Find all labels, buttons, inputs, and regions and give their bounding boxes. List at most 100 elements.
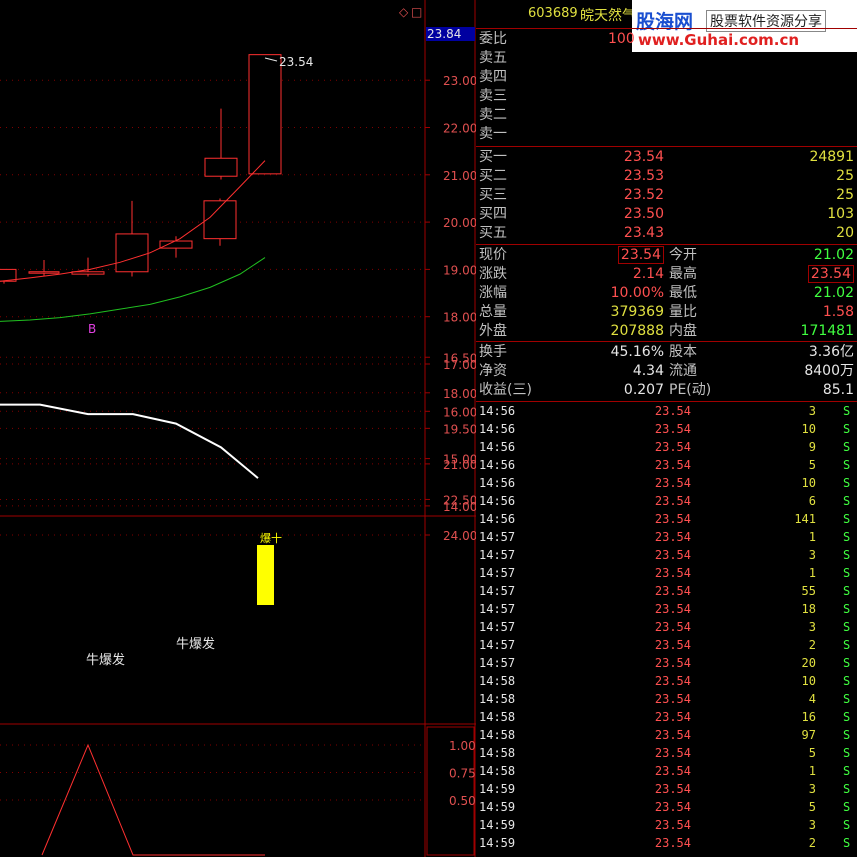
bid-volume: 25 xyxy=(836,168,854,184)
candle-body xyxy=(71,271,105,275)
ask-row: 卖四 xyxy=(476,68,857,87)
tick-time: 14:59 xyxy=(479,800,516,814)
tick-volume: 2 xyxy=(808,836,816,850)
tick-side: S xyxy=(843,548,851,562)
fund-row: 净资 4.34 流通 8400万 xyxy=(476,362,857,381)
tick-time: 14:56 xyxy=(479,494,516,508)
signal-label-1: 牛爆发 xyxy=(86,652,125,668)
bid-price: 23.43 xyxy=(623,225,664,241)
fund-value-2: 8400万 xyxy=(804,363,854,379)
tick-volume: 20 xyxy=(801,656,816,670)
section-separator xyxy=(476,146,857,147)
bid-price: 23.53 xyxy=(623,168,664,184)
tick-price: 23.54 xyxy=(654,710,691,724)
stat-label: 现价 xyxy=(479,247,507,263)
tick-volume: 9 xyxy=(808,440,816,454)
stat-value: 379369 xyxy=(610,304,664,320)
tick-price: 23.54 xyxy=(654,656,691,670)
tick-volume: 55 xyxy=(801,584,816,598)
tick-row: 14:57 23.54 3 S xyxy=(476,546,857,564)
tick-volume: 1 xyxy=(808,530,816,544)
tick-price: 23.54 xyxy=(654,782,691,796)
tick-side: S xyxy=(843,566,851,580)
weibi-row: 委比 100 xyxy=(476,30,857,49)
tick-price: 23.54 xyxy=(654,404,691,418)
bid-label: 买二 xyxy=(479,168,507,184)
tick-price: 23.54 xyxy=(654,674,691,688)
weibi-value: 100 xyxy=(608,31,635,47)
stat-value-2: 21.02 xyxy=(813,285,854,301)
y-tick-label: 0.75 xyxy=(449,767,476,781)
stat-label-2: 量比 xyxy=(669,304,697,320)
tick-price: 23.54 xyxy=(654,764,691,778)
maximize-icon: □ xyxy=(411,5,422,19)
fund-row: 换手 45.16% 股本 3.36亿 xyxy=(476,343,857,362)
tick-time: 14:58 xyxy=(479,710,516,724)
y-tick-label: 22.00 xyxy=(443,122,476,136)
section-separator xyxy=(476,401,857,402)
tick-time: 14:56 xyxy=(479,458,516,472)
section-separator xyxy=(476,341,857,342)
bid-row: 买五 23.43 20 xyxy=(476,224,857,243)
lower-line xyxy=(41,743,265,856)
y-tick-label: 0.50 xyxy=(449,794,476,808)
tick-volume: 3 xyxy=(808,620,816,634)
tick-volume: 2 xyxy=(808,638,816,652)
tick-time: 14:57 xyxy=(479,602,516,616)
ask-row: 卖二 xyxy=(476,106,857,125)
tick-time: 14:58 xyxy=(479,728,516,742)
tick-price: 23.54 xyxy=(654,746,691,760)
bid-price: 23.54 xyxy=(623,149,664,165)
tick-row: 14:57 23.54 1 S xyxy=(476,564,857,582)
tick-side: S xyxy=(843,494,851,508)
tick-side: S xyxy=(843,818,851,832)
tick-volume: 5 xyxy=(808,800,816,814)
stat-label: 总量 xyxy=(479,304,507,320)
tick-side: S xyxy=(843,710,851,724)
signal-bar-label: 爆十 xyxy=(260,531,282,545)
tick-side: S xyxy=(843,404,851,418)
tick-time: 14:56 xyxy=(479,440,516,454)
tick-side: S xyxy=(843,512,851,526)
tick-volume: 3 xyxy=(808,548,816,562)
tick-row: 14:56 23.54 3 S xyxy=(476,402,857,420)
candle-body xyxy=(28,271,60,274)
tick-side: S xyxy=(843,674,851,688)
tick-side: S xyxy=(843,836,851,850)
tick-price: 23.54 xyxy=(654,548,691,562)
tick-side: S xyxy=(843,728,851,742)
tick-row: 14:56 23.54 9 S xyxy=(476,438,857,456)
weibi-label: 委比 xyxy=(479,31,507,47)
tick-volume: 5 xyxy=(808,458,816,472)
tick-row: 14:56 23.54 6 S xyxy=(476,492,857,510)
tick-row: 14:59 23.54 5 S xyxy=(476,798,857,816)
tick-row: 14:57 23.54 20 S xyxy=(476,654,857,672)
bid-row: 买三 23.52 25 xyxy=(476,186,857,205)
tick-row: 14:57 23.54 18 S xyxy=(476,600,857,618)
bid-row: 买四 23.50 103 xyxy=(476,205,857,224)
stock-code[interactable]: 603689 xyxy=(528,6,578,21)
stock-name[interactable]: 皖天然气 xyxy=(580,5,636,25)
candle-body xyxy=(115,233,149,273)
tick-price: 23.54 xyxy=(654,494,691,508)
ask-row: 卖五 xyxy=(476,49,857,68)
y-tick-label: 21.00 xyxy=(443,458,476,472)
fund-value: 0.207 xyxy=(623,382,664,398)
tick-volume: 16 xyxy=(801,710,816,724)
tick-volume: 1 xyxy=(808,566,816,580)
tick-time: 14:56 xyxy=(479,476,516,490)
section-separator xyxy=(476,244,857,245)
tick-list[interactable]: 14:56 23.54 3 S 14:56 23.54 10 S 14:56 23.54 9 S 14:… xyxy=(476,402,857,857)
fund-row: 收益(三) 0.207 PE(动) 85.1 xyxy=(476,381,857,400)
ask-label: 卖一 xyxy=(479,126,507,142)
tick-time: 14:58 xyxy=(479,764,516,778)
tick-time: 14:56 xyxy=(479,422,516,436)
fund-label-2: 流通 xyxy=(669,363,697,379)
tick-price: 23.54 xyxy=(654,818,691,832)
high-label: 23.54 xyxy=(279,55,313,69)
tick-volume: 3 xyxy=(808,818,816,832)
tick-row: 14:57 23.54 55 S xyxy=(476,582,857,600)
stat-label-2: 最低 xyxy=(669,285,697,301)
fund-label-2: PE(动) xyxy=(669,382,712,398)
tick-time: 14:56 xyxy=(479,512,516,526)
